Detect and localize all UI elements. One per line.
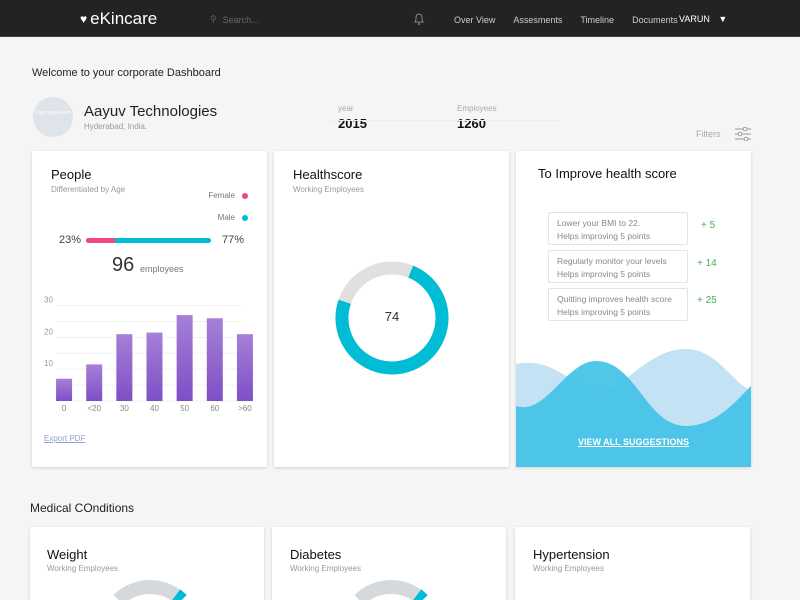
people-title: People (51, 167, 92, 182)
medical-conditions-heading: Medical COnditions (30, 501, 135, 515)
male-dot (242, 215, 248, 221)
x-tick-label: 0 (62, 404, 67, 413)
bell-icon[interactable] (413, 12, 425, 26)
diabetes-donut (354, 580, 428, 600)
x-tick-label: 50 (180, 404, 189, 413)
weight-card: Weight Working Employees (30, 527, 264, 600)
legend-female: Female (208, 191, 235, 200)
nav-timeline[interactable]: Timeline (580, 15, 614, 25)
divider (330, 120, 560, 121)
y-tick-label: 30 (44, 296, 53, 305)
brand-logo[interactable]: ♥ eKincare (80, 9, 157, 29)
weight-donut (113, 580, 187, 600)
top-nav: ♥ eKincare ⚲ Search... Over View Assesment… (0, 0, 800, 37)
people-subtitle: Differentiated by Age (51, 185, 126, 194)
suggestion-item[interactable]: Regularly monitor your levels Helps impro… (548, 250, 688, 283)
card-subtitle: Working Employees (47, 564, 118, 573)
view-all-suggestions-link[interactable]: VIEW ALL SUGGESTIONS (516, 437, 751, 447)
improve-card: To Improve health score Lower your BMI t… (516, 151, 751, 467)
year-label: year (338, 104, 354, 113)
bar-30[interactable] (116, 334, 133, 401)
card-title: Diabetes (290, 547, 342, 562)
employee-count-label: employees (140, 264, 184, 274)
suggestion-item[interactable]: Lower your BMI to 22. Helps improving 5 p… (548, 212, 688, 245)
suggestion-detail: Helps improving 5 points (557, 231, 651, 241)
search-input[interactable]: Search... (223, 15, 259, 25)
suggestion-points: + 5 (701, 220, 716, 231)
healthscore-subtitle: Working Employees (293, 185, 364, 194)
bar->60[interactable] (236, 334, 253, 401)
y-tick-label: 20 (44, 327, 53, 336)
year-value: 2015 (338, 116, 367, 131)
x-tick-label: 40 (150, 404, 159, 413)
user-name: VARUN (679, 14, 710, 24)
diabetes-card: Diabetes Working Employees (272, 527, 506, 600)
x-tick-label: 60 (210, 404, 219, 413)
card-title: Hypertension (533, 547, 610, 562)
x-tick-label: 30 (120, 404, 129, 413)
suggestion-points: + 14 (697, 258, 717, 269)
wave-decoration (516, 349, 751, 467)
legend-male: Male (217, 213, 235, 222)
caret-down-icon: ▼ (718, 14, 728, 24)
user-menu[interactable]: VARUN ▼ (679, 14, 727, 24)
female-fill (86, 238, 115, 243)
suggestion-points: + 25 (697, 295, 717, 306)
female-dot (242, 193, 248, 199)
nav-overview[interactable]: Over View (454, 15, 495, 25)
welcome-heading: Welcome to your corporate Dashboard (32, 67, 221, 79)
nav-documents[interactable]: Documents (632, 15, 678, 25)
healthscore-card: Healthscore Working Employees 74 (274, 151, 509, 467)
bar-60[interactable] (206, 318, 223, 401)
y-tick-label: 10 (44, 359, 53, 368)
company-name: Aayuv Technologies (84, 103, 218, 120)
heart-icon: ♥ (80, 12, 88, 26)
filters-icon[interactable] (735, 127, 751, 141)
filters-label[interactable]: Filters (696, 129, 721, 139)
bar-<20[interactable] (86, 364, 103, 401)
suggestion-text: Quitting improves health score (557, 294, 672, 304)
suggestion-detail: Helps improving 5 points (557, 307, 651, 317)
company-logo: Logo goes here (33, 97, 73, 137)
card-subtitle: Working Employees (533, 564, 604, 573)
suggestion-detail: Helps improving 5 points (557, 269, 651, 279)
people-card: People Differentiated by Age Female Male… (32, 151, 267, 467)
bar-0[interactable] (56, 378, 73, 401)
healthscore-value: 74 (384, 309, 400, 324)
company-location: Hyderabad, India. (84, 122, 148, 131)
employee-count: 96 (112, 254, 135, 276)
x-tick-label: <20 (87, 404, 101, 413)
brand-name: eKincare (90, 9, 158, 28)
card-subtitle: Working Employees (290, 564, 361, 573)
hypertension-card: Hypertension Working Employees (515, 527, 750, 600)
gender-ratio-bar (86, 238, 211, 243)
female-percent: 23% (59, 234, 82, 246)
age-bar-chart: 10 20 30 0 <20 30 40 50 60 >60 (44, 296, 253, 413)
export-pdf-link[interactable]: Export PDF (44, 434, 85, 443)
card-title: Weight (47, 547, 88, 562)
healthscore-title: Healthscore (293, 167, 363, 182)
male-percent: 77% (222, 234, 245, 246)
employees-value: 1260 (457, 116, 486, 131)
search-box[interactable]: ⚲ Search... (210, 14, 259, 25)
search-icon: ⚲ (210, 14, 217, 24)
suggestion-item[interactable]: Quitting improves health score Helps impr… (548, 288, 688, 321)
nav-assesments[interactable]: Assesments (513, 15, 562, 25)
suggestion-text: Lower your BMI to 22. (557, 218, 641, 228)
employees-label: Employees (457, 104, 497, 113)
x-tick-label: >60 (238, 404, 252, 413)
suggestion-text: Regularly monitor your levels (557, 256, 667, 266)
bar-50[interactable] (176, 315, 193, 401)
bar-40[interactable] (146, 332, 163, 401)
improve-title: To Improve health score (538, 166, 677, 181)
